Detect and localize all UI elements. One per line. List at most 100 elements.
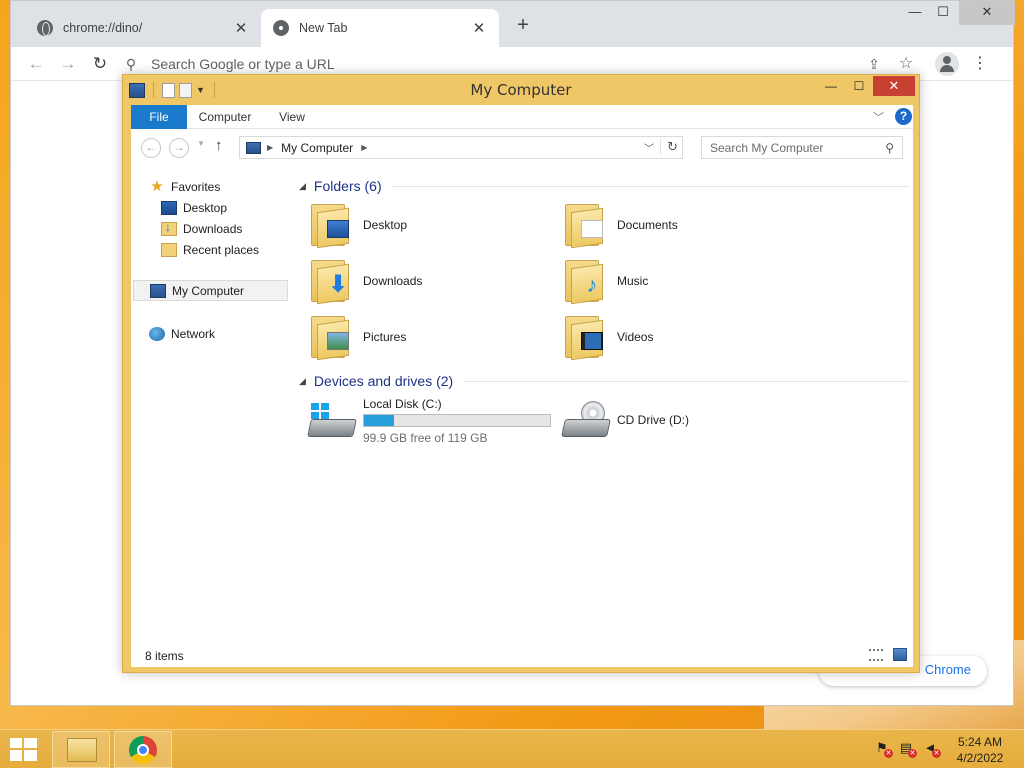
drive-free-space: 99.9 GB free of 119 GB — [363, 431, 488, 445]
drive-label: CD Drive (D:) — [617, 412, 689, 427]
music-folder-icon: ♪ — [565, 258, 605, 305]
address-bar[interactable]: ▶ My Computer ▶ ﹀ ↻ — [239, 136, 683, 159]
folder-videos[interactable]: Videos — [565, 311, 805, 363]
search-input[interactable]: Search My Computer ⚲ — [701, 136, 903, 159]
explorer-close-button[interactable]: ✕ — [873, 76, 915, 96]
sidebar-item-label: My Computer — [172, 283, 245, 298]
explorer-content: ★ Favorites Desktop Downloads Recent pla… — [131, 165, 913, 645]
star-icon: ★ — [150, 177, 164, 195]
group-header-devices[interactable]: ◢ Devices and drives (2) — [299, 370, 909, 392]
menu-icon[interactable]: ⋮ — [969, 53, 991, 75]
explorer-window: ▼ My Computer — ☐ ✕ File Computer View ﹀… — [122, 74, 920, 673]
collapse-icon[interactable]: ◢ — [299, 376, 306, 387]
sidebar-item-recent-places[interactable]: Recent places — [161, 239, 259, 260]
reload-button[interactable]: ↻ — [87, 51, 113, 77]
taskbar-chrome[interactable] — [114, 731, 172, 768]
chrome-icon — [129, 736, 157, 764]
windows-logo-icon — [311, 403, 329, 419]
clock-date: 4/2/2022 — [956, 751, 1004, 765]
item-count: 8 items — [145, 649, 184, 663]
breadcrumb-my-computer[interactable]: My Computer — [281, 141, 353, 155]
folder-desktop[interactable]: Desktop — [311, 199, 551, 251]
tab-title: New Tab — [299, 21, 348, 35]
sidebar-item-favorites[interactable]: ★ Favorites — [149, 176, 220, 197]
folder-pictures[interactable]: Pictures — [311, 311, 551, 363]
sidebar-item-label: Network — [171, 326, 216, 341]
recent-places-icon — [161, 242, 177, 257]
clock-time: 5:24 AM — [957, 735, 1003, 749]
chevron-right-icon[interactable]: ▶ — [361, 143, 367, 152]
chevron-right-icon[interactable]: ▶ — [267, 143, 273, 152]
chevron-down-icon[interactable]: ﹀ — [644, 140, 654, 155]
folder-label: Downloads — [363, 274, 423, 288]
documents-folder-icon — [565, 202, 605, 249]
tab-file[interactable]: File — [131, 105, 187, 129]
sidebar-item-label: Desktop — [183, 200, 228, 215]
network-status-icon[interactable]: ▤ ✕ — [898, 740, 917, 758]
collapse-icon[interactable]: ◢ — [299, 181, 306, 192]
drive-label: Local Disk (C:) — [363, 397, 442, 411]
sidebar-item-downloads[interactable]: Downloads — [161, 218, 242, 239]
folder-documents[interactable]: Documents — [565, 199, 805, 251]
chevron-down-icon[interactable]: ﹀ — [873, 109, 884, 125]
chrome-maximize-button[interactable]: ☐ — [929, 1, 957, 25]
tab-computer[interactable]: Computer — [193, 105, 257, 129]
chrome-minimize-button[interactable]: — — [901, 1, 929, 25]
hard-drive-icon — [307, 401, 357, 441]
chrome-close-button[interactable]: ✕ — [959, 1, 1015, 25]
tab-view[interactable]: View — [269, 105, 315, 129]
ribbon: File Computer View ﹀ ? — [131, 105, 913, 129]
system-clock[interactable]: 5:24 AM 4/2/2022 — [946, 734, 1014, 766]
explorer-maximize-button[interactable]: ☐ — [845, 76, 873, 96]
share-icon[interactable]: ⇪ — [863, 53, 885, 75]
tab-new-tab[interactable]: New Tab ✕ — [261, 9, 499, 47]
group-header-folders[interactable]: ◢ Folders (6) — [299, 175, 909, 197]
back-button[interactable]: ← — [23, 51, 49, 77]
back-arrow-icon[interactable]: ← — [141, 138, 161, 158]
close-tab-icon[interactable]: ✕ — [471, 19, 487, 37]
sidebar-item-label: Recent places — [183, 242, 260, 257]
pictures-folder-icon — [311, 314, 351, 361]
search-icon: ⚲ — [125, 55, 137, 72]
window-title: My Computer — [470, 81, 572, 99]
refresh-icon[interactable]: ↻ — [660, 139, 678, 155]
sidebar-item-network[interactable]: Network — [149, 323, 215, 344]
file-explorer-icon — [67, 738, 97, 762]
folder-music[interactable]: ♪ Music — [565, 255, 805, 307]
large-icons-view-icon[interactable] — [893, 648, 907, 661]
sidebar-item-label: Favorites — [171, 179, 221, 194]
videos-folder-icon — [565, 314, 605, 361]
recent-locations-icon[interactable]: ▼ — [197, 139, 205, 148]
chrome-tab-icon — [273, 20, 289, 36]
folder-downloads[interactable]: ⬇ Downloads — [311, 255, 551, 307]
volume-muted-icon[interactable]: ◄ ✕ — [922, 740, 941, 758]
folder-label: Videos — [617, 330, 654, 344]
drive-cd-d[interactable]: CD Drive (D:) — [561, 401, 689, 441]
star-icon[interactable]: ☆ — [895, 53, 917, 75]
drive-usage-fill — [364, 415, 394, 426]
help-icon[interactable]: ? — [895, 108, 912, 125]
forward-arrow-icon[interactable]: → — [169, 138, 189, 158]
tab-dino[interactable]: chrome://dino/ ✕ — [25, 9, 261, 47]
explorer-titlebar[interactable]: ▼ My Computer — ☐ ✕ — [123, 75, 919, 105]
drive-local-disk-c[interactable]: Local Disk (C:) 99.9 GB free of 119 GB — [307, 397, 551, 445]
taskbar-file-explorer[interactable] — [52, 731, 110, 768]
new-tab-button[interactable]: + — [511, 14, 535, 38]
close-tab-icon[interactable]: ✕ — [233, 19, 249, 37]
divider — [391, 185, 909, 187]
tab-strip: chrome://dino/ ✕ New Tab ✕ + — ☐ ✕ — [11, 1, 1015, 47]
forward-button[interactable]: → — [55, 51, 81, 77]
details-view-icon[interactable] — [869, 649, 883, 661]
folder-label: Desktop — [363, 218, 408, 232]
folder-label: Documents — [617, 218, 678, 232]
omnibox-placeholder: Search Google or type a URL — [151, 56, 335, 72]
up-arrow-icon[interactable]: ↑ — [215, 137, 223, 154]
profile-icon[interactable] — [935, 52, 959, 76]
search-icon[interactable]: ⚲ — [885, 141, 894, 155]
sidebar-item-my-computer[interactable]: My Computer — [133, 280, 288, 301]
windows-start-icon[interactable] — [10, 738, 38, 762]
explorer-minimize-button[interactable]: — — [817, 76, 845, 96]
sidebar-item-desktop[interactable]: Desktop — [161, 197, 227, 218]
action-center-icon[interactable]: ⚑ ✕ — [874, 740, 893, 758]
taskbar: ⚑ ✕ ▤ ✕ ◄ ✕ 5:24 AM 4/2/2022 — [0, 729, 1024, 768]
